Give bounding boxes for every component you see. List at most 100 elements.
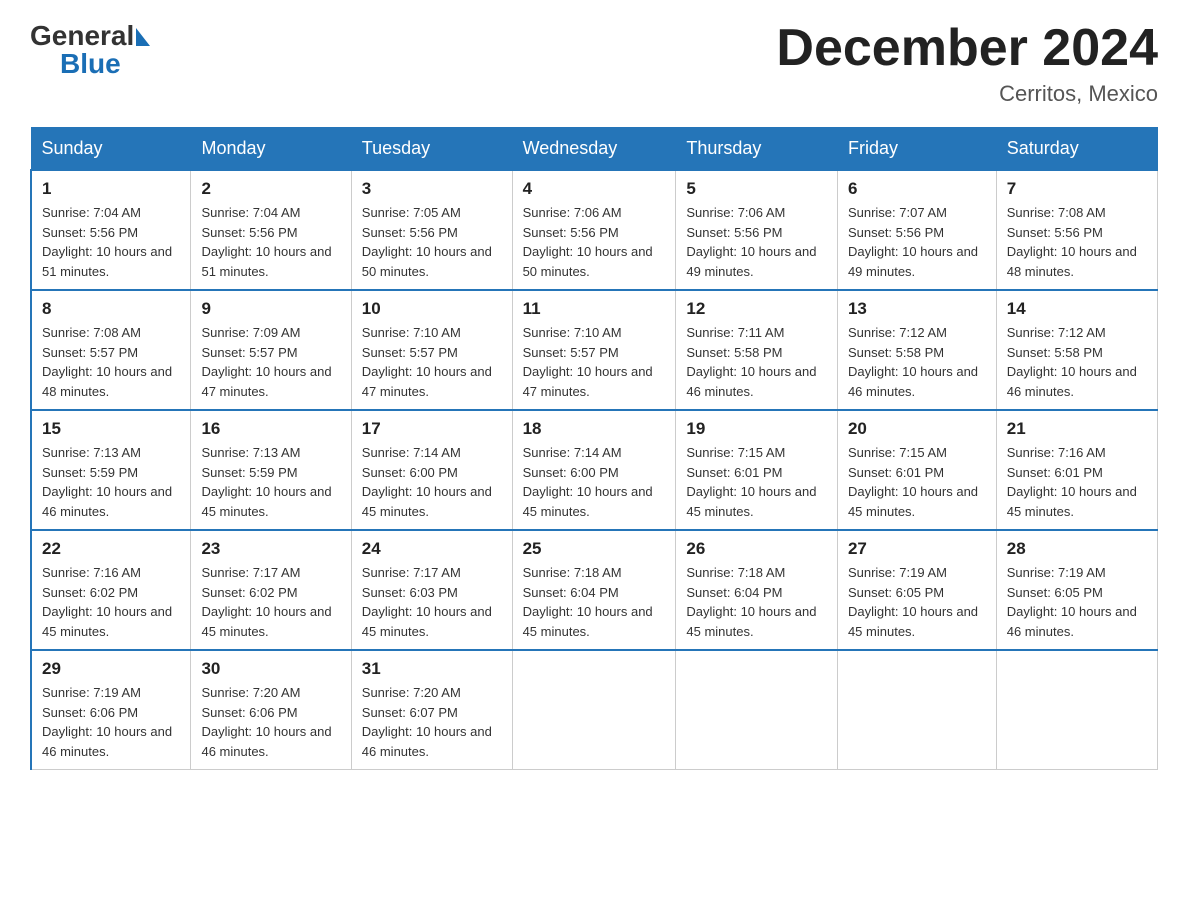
day-info: Sunrise: 7:13 AMSunset: 5:59 PMDaylight:… [42,443,180,521]
table-row [996,650,1157,770]
table-row: 9 Sunrise: 7:09 AMSunset: 5:57 PMDayligh… [191,290,351,410]
table-row: 27 Sunrise: 7:19 AMSunset: 6:05 PMDaylig… [837,530,996,650]
table-row: 25 Sunrise: 7:18 AMSunset: 6:04 PMDaylig… [512,530,676,650]
day-info: Sunrise: 7:17 AMSunset: 6:03 PMDaylight:… [362,563,502,641]
table-row: 2 Sunrise: 7:04 AMSunset: 5:56 PMDayligh… [191,170,351,290]
day-info: Sunrise: 7:19 AMSunset: 6:05 PMDaylight:… [1007,563,1147,641]
day-info: Sunrise: 7:20 AMSunset: 6:07 PMDaylight:… [362,683,502,761]
day-number: 27 [848,539,986,559]
day-number: 1 [42,179,180,199]
table-row: 4 Sunrise: 7:06 AMSunset: 5:56 PMDayligh… [512,170,676,290]
day-info: Sunrise: 7:16 AMSunset: 6:01 PMDaylight:… [1007,443,1147,521]
table-row: 15 Sunrise: 7:13 AMSunset: 5:59 PMDaylig… [31,410,191,530]
day-info: Sunrise: 7:11 AMSunset: 5:58 PMDaylight:… [686,323,827,401]
day-number: 5 [686,179,827,199]
day-number: 8 [42,299,180,319]
day-info: Sunrise: 7:07 AMSunset: 5:56 PMDaylight:… [848,203,986,281]
day-info: Sunrise: 7:19 AMSunset: 6:06 PMDaylight:… [42,683,180,761]
table-row: 20 Sunrise: 7:15 AMSunset: 6:01 PMDaylig… [837,410,996,530]
table-row: 13 Sunrise: 7:12 AMSunset: 5:58 PMDaylig… [837,290,996,410]
day-number: 16 [201,419,340,439]
day-info: Sunrise: 7:19 AMSunset: 6:05 PMDaylight:… [848,563,986,641]
table-row: 22 Sunrise: 7:16 AMSunset: 6:02 PMDaylig… [31,530,191,650]
logo: General Blue [30,20,152,80]
day-number: 3 [362,179,502,199]
table-row: 28 Sunrise: 7:19 AMSunset: 6:05 PMDaylig… [996,530,1157,650]
day-info: Sunrise: 7:04 AMSunset: 5:56 PMDaylight:… [201,203,340,281]
day-info: Sunrise: 7:05 AMSunset: 5:56 PMDaylight:… [362,203,502,281]
month-title: December 2024 [776,20,1158,77]
col-wednesday: Wednesday [512,128,676,171]
day-number: 25 [523,539,666,559]
table-row: 1 Sunrise: 7:04 AMSunset: 5:56 PMDayligh… [31,170,191,290]
day-info: Sunrise: 7:17 AMSunset: 6:02 PMDaylight:… [201,563,340,641]
title-block: December 2024 Cerritos, Mexico [776,20,1158,107]
table-row: 26 Sunrise: 7:18 AMSunset: 6:04 PMDaylig… [676,530,838,650]
day-number: 21 [1007,419,1147,439]
table-row: 29 Sunrise: 7:19 AMSunset: 6:06 PMDaylig… [31,650,191,770]
col-friday: Friday [837,128,996,171]
day-number: 9 [201,299,340,319]
logo-triangle-icon [136,28,150,46]
day-info: Sunrise: 7:06 AMSunset: 5:56 PMDaylight:… [523,203,666,281]
table-row: 12 Sunrise: 7:11 AMSunset: 5:58 PMDaylig… [676,290,838,410]
table-row: 17 Sunrise: 7:14 AMSunset: 6:00 PMDaylig… [351,410,512,530]
calendar-week-2: 8 Sunrise: 7:08 AMSunset: 5:57 PMDayligh… [31,290,1158,410]
day-info: Sunrise: 7:13 AMSunset: 5:59 PMDaylight:… [201,443,340,521]
day-number: 10 [362,299,502,319]
day-info: Sunrise: 7:09 AMSunset: 5:57 PMDaylight:… [201,323,340,401]
col-sunday: Sunday [31,128,191,171]
day-info: Sunrise: 7:16 AMSunset: 6:02 PMDaylight:… [42,563,180,641]
day-number: 23 [201,539,340,559]
day-info: Sunrise: 7:04 AMSunset: 5:56 PMDaylight:… [42,203,180,281]
day-info: Sunrise: 7:08 AMSunset: 5:56 PMDaylight:… [1007,203,1147,281]
calendar-header-row: Sunday Monday Tuesday Wednesday Thursday… [31,128,1158,171]
day-number: 18 [523,419,666,439]
table-row: 19 Sunrise: 7:15 AMSunset: 6:01 PMDaylig… [676,410,838,530]
col-tuesday: Tuesday [351,128,512,171]
day-info: Sunrise: 7:15 AMSunset: 6:01 PMDaylight:… [848,443,986,521]
day-number: 26 [686,539,827,559]
table-row: 14 Sunrise: 7:12 AMSunset: 5:58 PMDaylig… [996,290,1157,410]
day-info: Sunrise: 7:08 AMSunset: 5:57 PMDaylight:… [42,323,180,401]
table-row: 3 Sunrise: 7:05 AMSunset: 5:56 PMDayligh… [351,170,512,290]
calendar-week-1: 1 Sunrise: 7:04 AMSunset: 5:56 PMDayligh… [31,170,1158,290]
day-number: 11 [523,299,666,319]
day-number: 15 [42,419,180,439]
day-number: 20 [848,419,986,439]
table-row: 31 Sunrise: 7:20 AMSunset: 6:07 PMDaylig… [351,650,512,770]
calendar-week-5: 29 Sunrise: 7:19 AMSunset: 6:06 PMDaylig… [31,650,1158,770]
day-number: 13 [848,299,986,319]
day-number: 31 [362,659,502,679]
calendar-table: Sunday Monday Tuesday Wednesday Thursday… [30,127,1158,770]
day-info: Sunrise: 7:10 AMSunset: 5:57 PMDaylight:… [362,323,502,401]
day-info: Sunrise: 7:12 AMSunset: 5:58 PMDaylight:… [848,323,986,401]
calendar-week-3: 15 Sunrise: 7:13 AMSunset: 5:59 PMDaylig… [31,410,1158,530]
table-row: 16 Sunrise: 7:13 AMSunset: 5:59 PMDaylig… [191,410,351,530]
day-number: 29 [42,659,180,679]
table-row [676,650,838,770]
day-info: Sunrise: 7:12 AMSunset: 5:58 PMDaylight:… [1007,323,1147,401]
col-thursday: Thursday [676,128,838,171]
day-info: Sunrise: 7:14 AMSunset: 6:00 PMDaylight:… [523,443,666,521]
day-info: Sunrise: 7:14 AMSunset: 6:00 PMDaylight:… [362,443,502,521]
table-row: 23 Sunrise: 7:17 AMSunset: 6:02 PMDaylig… [191,530,351,650]
table-row: 6 Sunrise: 7:07 AMSunset: 5:56 PMDayligh… [837,170,996,290]
day-number: 28 [1007,539,1147,559]
table-row [837,650,996,770]
day-number: 30 [201,659,340,679]
table-row: 21 Sunrise: 7:16 AMSunset: 6:01 PMDaylig… [996,410,1157,530]
col-monday: Monday [191,128,351,171]
day-number: 19 [686,419,827,439]
day-info: Sunrise: 7:18 AMSunset: 6:04 PMDaylight:… [686,563,827,641]
day-info: Sunrise: 7:06 AMSunset: 5:56 PMDaylight:… [686,203,827,281]
logo-blue-text: Blue [60,48,121,80]
table-row: 7 Sunrise: 7:08 AMSunset: 5:56 PMDayligh… [996,170,1157,290]
page-header: General Blue December 2024 Cerritos, Mex… [30,20,1158,107]
day-number: 14 [1007,299,1147,319]
day-info: Sunrise: 7:20 AMSunset: 6:06 PMDaylight:… [201,683,340,761]
location: Cerritos, Mexico [776,81,1158,107]
table-row: 11 Sunrise: 7:10 AMSunset: 5:57 PMDaylig… [512,290,676,410]
table-row: 30 Sunrise: 7:20 AMSunset: 6:06 PMDaylig… [191,650,351,770]
day-number: 7 [1007,179,1147,199]
